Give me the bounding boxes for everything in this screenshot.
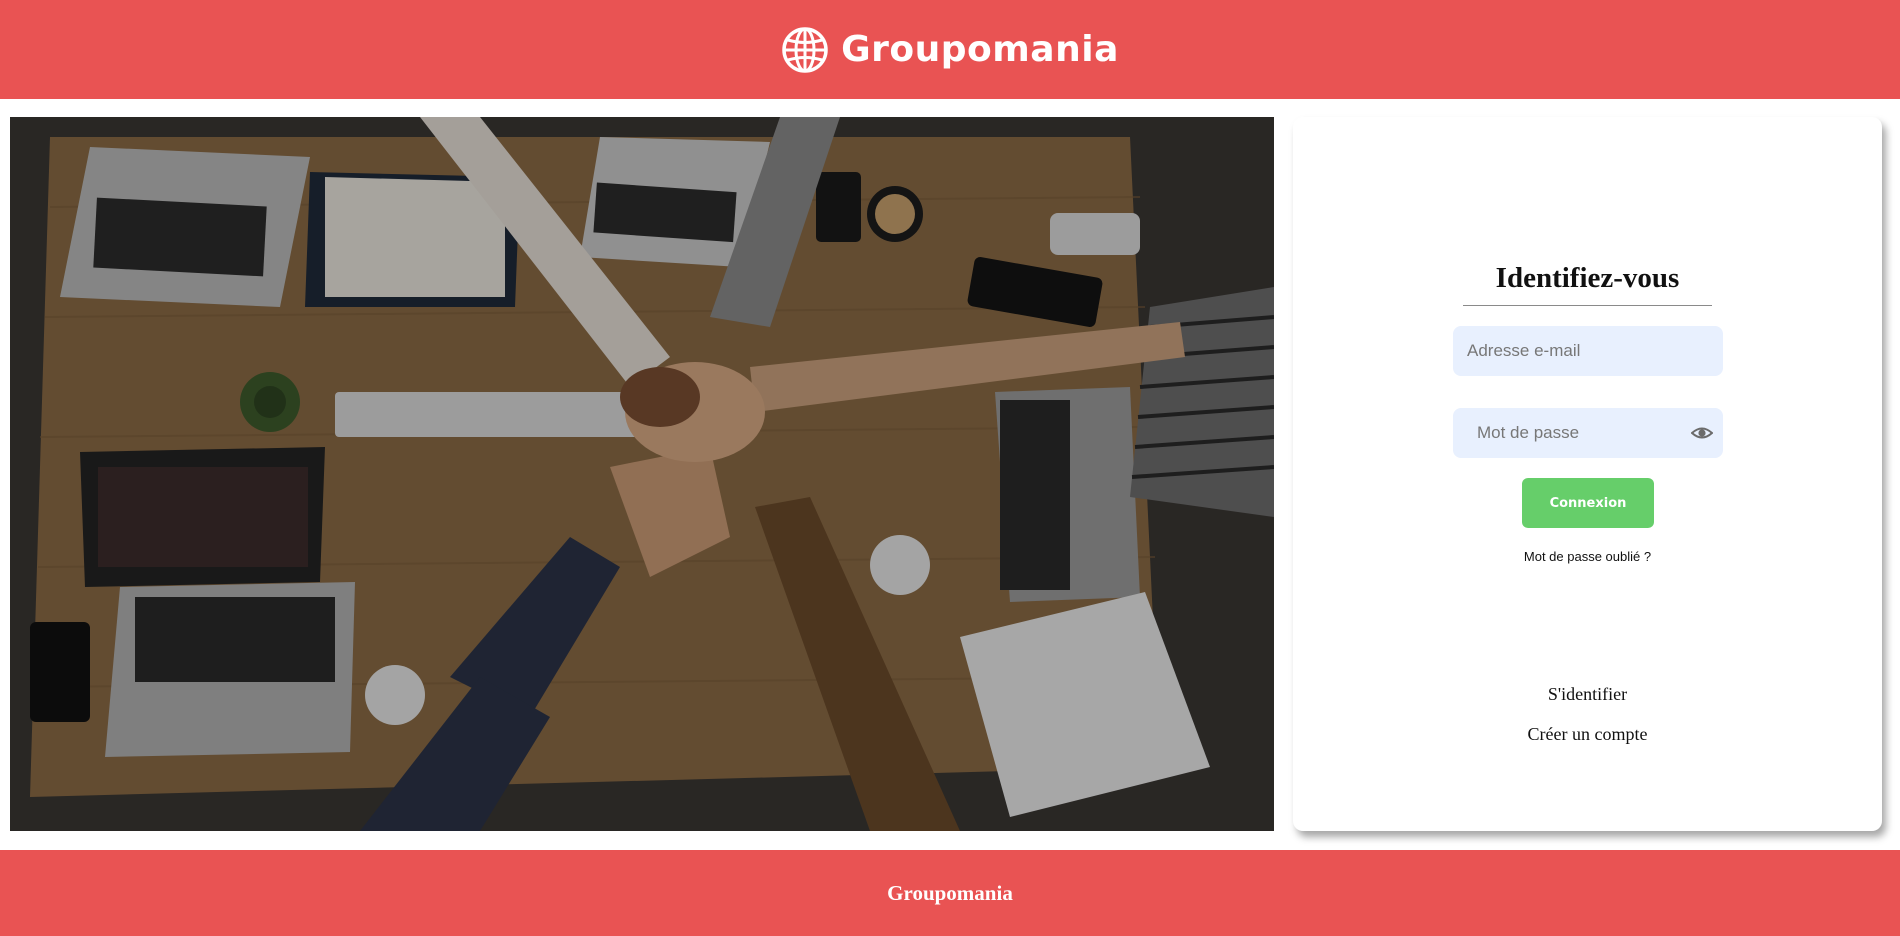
footer-brand: Groupomania (887, 880, 1013, 905)
globe-icon (782, 26, 828, 73)
title-divider (1463, 305, 1712, 306)
site-footer: Groupomania (0, 850, 1900, 936)
brand[interactable]: Groupomania (781, 26, 1119, 74)
email-field[interactable] (1453, 326, 1723, 376)
nav-signup-link[interactable]: Créer un compte (1293, 724, 1882, 745)
hero-image (10, 117, 1274, 831)
forgot-password-link[interactable]: Mot de passe oublié ? (1293, 549, 1882, 564)
login-button[interactable]: Connexion (1522, 478, 1654, 528)
team-hands-photo (10, 117, 1274, 831)
brand-name: Groupomania (841, 29, 1119, 70)
login-card: Identifiez-vous Connexion Mot de passe o… (1293, 117, 1882, 831)
site-header: Groupomania (0, 0, 1900, 99)
login-title: Identifiez-vous (1495, 262, 1680, 294)
password-field[interactable] (1453, 408, 1723, 458)
eye-icon[interactable] (1691, 422, 1713, 444)
nav-login-link[interactable]: S'identifier (1293, 684, 1882, 705)
